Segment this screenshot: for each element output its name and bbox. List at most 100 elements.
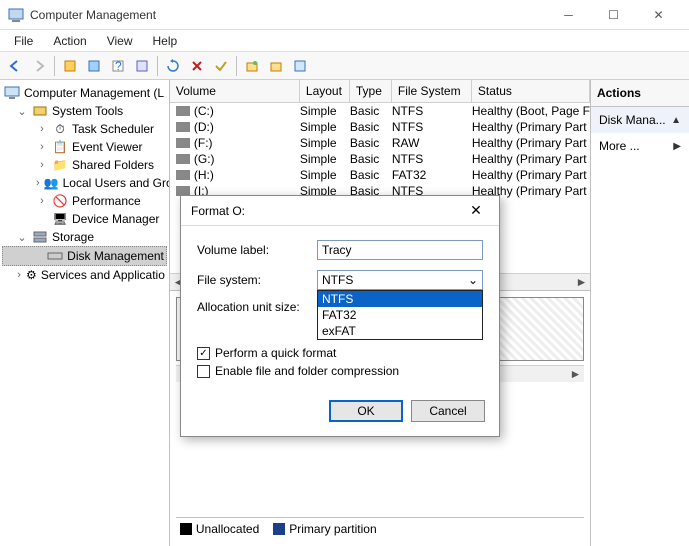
col-filesystem[interactable]: File System bbox=[392, 80, 472, 102]
computer-icon bbox=[4, 85, 20, 101]
tree-event-viewer[interactable]: ›📋Event Viewer bbox=[2, 138, 167, 156]
tree-system-tools[interactable]: ⌄ System Tools bbox=[2, 102, 167, 120]
cell-status: Healthy (Primary Part bbox=[472, 120, 590, 134]
col-volume[interactable]: Volume bbox=[170, 80, 300, 102]
volume-label-input[interactable] bbox=[317, 240, 483, 260]
filesystem-value: NTFS bbox=[322, 273, 353, 287]
allocation-label: Allocation unit size: bbox=[197, 300, 317, 314]
legend-label: Primary partition bbox=[289, 522, 376, 536]
col-layout[interactable]: Layout bbox=[300, 80, 350, 102]
menu-action[interactable]: Action bbox=[43, 32, 96, 50]
delete-icon[interactable] bbox=[186, 55, 208, 77]
check-icon[interactable] bbox=[210, 55, 232, 77]
tree-storage[interactable]: ⌄ Storage bbox=[2, 228, 167, 246]
ok-button[interactable]: OK bbox=[329, 400, 403, 422]
table-row[interactable]: (C:)SimpleBasicNTFSHealthy (Boot, Page F bbox=[170, 103, 590, 119]
toolbar-icon-1[interactable] bbox=[59, 55, 81, 77]
expand-icon[interactable]: › bbox=[36, 141, 48, 153]
cell-fs: FAT32 bbox=[392, 168, 472, 182]
filesystem-label: File system: bbox=[197, 273, 317, 287]
minimize-button[interactable]: ─ bbox=[546, 0, 591, 30]
expand-icon[interactable]: › bbox=[36, 177, 40, 189]
table-row[interactable]: (G:)SimpleBasicNTFSHealthy (Primary Part bbox=[170, 151, 590, 167]
tree-device-manager[interactable]: 🖥Device Manager bbox=[2, 210, 167, 228]
expand-icon[interactable]: › bbox=[36, 159, 48, 171]
titlebar: Computer Management ─ ☐ ✕ bbox=[0, 0, 689, 30]
quick-format-label: Perform a quick format bbox=[215, 346, 336, 360]
menu-file[interactable]: File bbox=[4, 32, 43, 50]
col-status[interactable]: Status bbox=[472, 80, 590, 102]
tree-label: Task Scheduler bbox=[72, 122, 154, 136]
menu-help[interactable]: Help bbox=[143, 32, 188, 50]
cell-type: Basic bbox=[350, 136, 392, 150]
quick-format-checkbox[interactable]: ✓ Perform a quick format bbox=[197, 346, 483, 360]
scroll-right-icon[interactable]: ► bbox=[567, 366, 584, 382]
volume-icon bbox=[176, 170, 190, 180]
toolbar-icon-4[interactable] bbox=[131, 55, 153, 77]
actions-more[interactable]: More ...▶ bbox=[591, 133, 689, 159]
tree-disk-management[interactable]: Disk Management bbox=[2, 246, 167, 266]
close-button[interactable]: ✕ bbox=[636, 0, 681, 30]
filesystem-dropdown: NTFS FAT32 exFAT bbox=[317, 290, 483, 340]
cell-volume: (H:) bbox=[194, 168, 214, 182]
tree-services[interactable]: › ⚙ Services and Applicatio bbox=[2, 266, 167, 284]
tree-shared-folders[interactable]: ›📁Shared Folders bbox=[2, 156, 167, 174]
collapse-icon[interactable]: ⌄ bbox=[16, 105, 28, 118]
toolbar-icon-2[interactable] bbox=[83, 55, 105, 77]
maximize-button[interactable]: ☐ bbox=[591, 0, 636, 30]
actions-pane: Actions Disk Mana...▲ More ...▶ bbox=[591, 80, 689, 546]
collapse-icon[interactable]: ⌄ bbox=[16, 231, 28, 244]
back-button[interactable] bbox=[4, 55, 26, 77]
dialog-close-button[interactable]: ✕ bbox=[463, 202, 489, 219]
tree-task-scheduler[interactable]: ›⏱Task Scheduler bbox=[2, 120, 167, 138]
cell-status: Healthy (Boot, Page F bbox=[472, 104, 590, 118]
legend-swatch bbox=[273, 523, 285, 535]
tree-label: Storage bbox=[52, 230, 94, 244]
tree-performance[interactable]: › 🚫 Performance bbox=[2, 192, 167, 210]
fs-option-fat32[interactable]: FAT32 bbox=[318, 307, 482, 323]
toolbar-icon-5[interactable] bbox=[241, 55, 263, 77]
tools-icon bbox=[32, 103, 48, 119]
menu-view[interactable]: View bbox=[97, 32, 143, 50]
cancel-button[interactable]: Cancel bbox=[411, 400, 485, 422]
tree-root[interactable]: Computer Management (L bbox=[2, 84, 167, 102]
tree-label: Services and Applicatio bbox=[41, 268, 165, 282]
expand-icon[interactable]: › bbox=[16, 269, 22, 281]
col-type[interactable]: Type bbox=[350, 80, 392, 102]
compression-checkbox[interactable]: Enable file and folder compression bbox=[197, 364, 483, 378]
table-row[interactable]: (D:)SimpleBasicNTFSHealthy (Primary Part bbox=[170, 119, 590, 135]
format-dialog: Format O: ✕ Volume label: File system: N… bbox=[180, 195, 500, 437]
tree-label: Disk Management bbox=[67, 249, 164, 263]
actions-label: More ... bbox=[599, 139, 640, 153]
expand-icon[interactable]: › bbox=[36, 195, 48, 207]
tree-local-users[interactable]: ›👥Local Users and Gro bbox=[2, 174, 167, 192]
legend-swatch bbox=[180, 523, 192, 535]
fs-option-exfat[interactable]: exFAT bbox=[318, 323, 482, 339]
toolbar-icon-7[interactable] bbox=[289, 55, 311, 77]
expand-icon[interactable]: › bbox=[36, 123, 48, 135]
volume-label-label: Volume label: bbox=[197, 243, 317, 257]
cell-type: Basic bbox=[350, 168, 392, 182]
tree-label: System Tools bbox=[52, 104, 123, 118]
cell-fs: NTFS bbox=[392, 152, 472, 166]
cell-volume: (F:) bbox=[194, 136, 213, 150]
app-icon bbox=[8, 7, 24, 23]
actions-disk-mgmt[interactable]: Disk Mana...▲ bbox=[591, 107, 689, 133]
scroll-right-icon[interactable]: ► bbox=[573, 274, 590, 290]
table-row[interactable]: (F:)SimpleBasicRAWHealthy (Primary Part bbox=[170, 135, 590, 151]
toolbar: ? bbox=[0, 52, 689, 80]
toolbar-icon-3[interactable]: ? bbox=[107, 55, 129, 77]
fs-option-ntfs[interactable]: NTFS bbox=[318, 291, 482, 307]
cell-layout: Simple bbox=[300, 168, 350, 182]
tree-label: Performance bbox=[72, 194, 141, 208]
toolbar-icon-6[interactable] bbox=[265, 55, 287, 77]
tree-label: Event Viewer bbox=[72, 140, 142, 154]
checkbox-icon bbox=[197, 365, 210, 378]
refresh-icon[interactable] bbox=[162, 55, 184, 77]
perf-icon: 🚫 bbox=[52, 193, 68, 209]
filesystem-select[interactable]: NTFS ⌄ NTFS FAT32 exFAT bbox=[317, 270, 483, 290]
tree-label: Local Users and Gro bbox=[63, 176, 170, 190]
forward-button[interactable] bbox=[28, 55, 50, 77]
table-row[interactable]: (H:)SimpleBasicFAT32Healthy (Primary Par… bbox=[170, 167, 590, 183]
services-icon: ⚙ bbox=[26, 267, 37, 283]
